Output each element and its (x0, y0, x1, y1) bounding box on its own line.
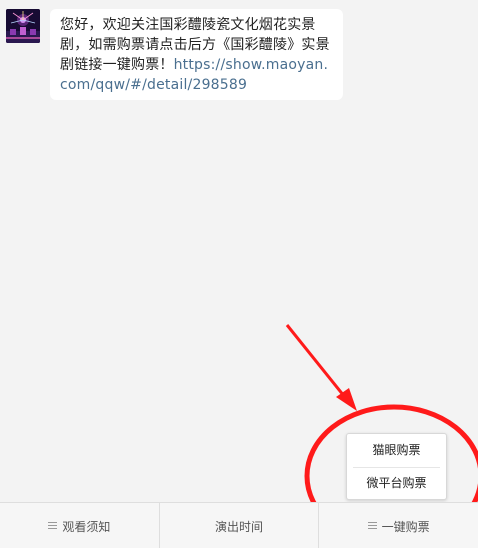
menu-item-viewing-notice[interactable]: 观看须知 (0, 503, 159, 548)
menu-icon (48, 522, 58, 530)
annotation-arrow-head (336, 388, 357, 411)
message-bubble: 您好，欢迎关注国彩醴陵瓷文化烟花实景剧，如需购票请点击后方《国彩醴陵》实景剧链接… (50, 9, 343, 100)
menu-item-one-click-ticket[interactable]: 一键购票 (318, 503, 478, 548)
ticket-submenu: 猫眼购票 微平台购票 (346, 433, 447, 500)
menu-item-label: 观看须知 (62, 519, 111, 534)
submenu-item-maoyan[interactable]: 猫眼购票 (347, 434, 446, 467)
chat-screen: 您好，欢迎关注国彩醴陵瓷文化烟花实景剧，如需购票请点击后方《国彩醴陵》实景剧链接… (0, 0, 478, 548)
account-avatar[interactable] (6, 9, 40, 43)
menu-item-label: 一键购票 (381, 519, 430, 534)
fireworks-avatar-image (6, 9, 40, 43)
bottom-menu-bar: 观看须知 演出时间 一键购票 (0, 502, 478, 548)
menu-item-label: 演出时间 (215, 519, 264, 534)
menu-item-show-time[interactable]: 演出时间 (158, 503, 319, 548)
annotation-arrow-line (285, 324, 346, 397)
submenu-item-micro-platform[interactable]: 微平台购票 (347, 467, 446, 500)
menu-icon (367, 522, 377, 530)
